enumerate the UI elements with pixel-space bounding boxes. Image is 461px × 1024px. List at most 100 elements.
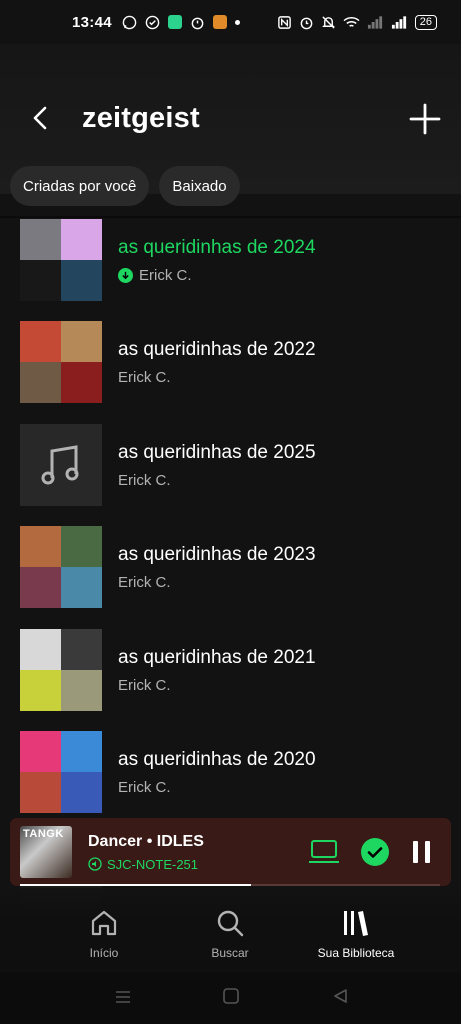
bottom-tab-bar: Início Buscar Sua Biblioteca bbox=[0, 888, 461, 972]
status-bar: 13:44 26 bbox=[0, 0, 461, 44]
device-picker-icon[interactable] bbox=[309, 839, 339, 865]
now-playing-title: Dancer • IDLES bbox=[88, 832, 204, 850]
playlist-owner: Erick C. bbox=[118, 779, 316, 796]
player-controls bbox=[309, 838, 441, 866]
playlist-name: as queridinhas de 2025 bbox=[118, 441, 316, 463]
notification-icons bbox=[122, 15, 240, 30]
dot-icon bbox=[234, 19, 240, 25]
cover-tile bbox=[20, 260, 61, 301]
saved-check-icon[interactable] bbox=[361, 838, 389, 866]
now-playing-cover: TANGK bbox=[20, 826, 72, 878]
check-circle-icon bbox=[145, 15, 160, 29]
cover-tile bbox=[61, 567, 102, 608]
filter-chips: Criadas por você Baixado bbox=[10, 166, 240, 206]
playlist-row[interactable]: as queridinhas de 2022 Erick C. bbox=[20, 320, 440, 404]
playback-progress[interactable] bbox=[20, 884, 440, 886]
whatsapp-icon bbox=[122, 15, 137, 29]
progress-fill bbox=[20, 884, 251, 886]
cover-tile bbox=[61, 362, 102, 403]
cover-text: TANGK bbox=[23, 828, 64, 840]
playlist-owner: Erick C. bbox=[118, 267, 316, 284]
wifi-icon bbox=[343, 16, 360, 27]
cover-tile bbox=[20, 321, 61, 362]
system-nav-bar bbox=[0, 972, 461, 1024]
playlist-name: as queridinhas de 2024 bbox=[118, 236, 316, 258]
now-playing-info: Dancer • IDLES SJC-NOTE-251 bbox=[88, 833, 204, 872]
cover-tile bbox=[20, 526, 61, 567]
back-arrow-icon[interactable] bbox=[26, 104, 54, 132]
search-icon bbox=[217, 910, 244, 937]
cover-tile bbox=[20, 772, 61, 813]
cover-tile bbox=[61, 670, 102, 711]
cover-tile bbox=[61, 321, 102, 362]
playlist-owner: Erick C. bbox=[118, 574, 316, 591]
device-name: SJC-NOTE-251 bbox=[107, 856, 199, 872]
playlist-owner: Erick C. bbox=[118, 677, 316, 694]
owner-name: Erick C. bbox=[139, 266, 192, 284]
cover-tile bbox=[20, 362, 61, 403]
mute-icon bbox=[321, 15, 335, 29]
cover-tile bbox=[61, 526, 102, 567]
owner-name: Erick C. bbox=[118, 573, 171, 591]
playlist-row[interactable]: as queridinhas de 2024 Erick C. bbox=[20, 218, 440, 302]
filter-downloaded[interactable]: Baixado bbox=[159, 166, 240, 206]
playlist-info: as queridinhas de 2020 Erick C. bbox=[118, 749, 316, 796]
playlist-info: as queridinhas de 2021 Erick C. bbox=[118, 647, 316, 694]
owner-name: Erick C. bbox=[118, 778, 171, 796]
downloaded-icon bbox=[118, 267, 133, 283]
recent-apps-icon[interactable] bbox=[114, 988, 132, 1006]
tab-library-label: Sua Biblioteca bbox=[317, 946, 395, 960]
playlist-name: as queridinhas de 2021 bbox=[118, 646, 316, 668]
filter-created-by-you[interactable]: Criadas por você bbox=[10, 166, 150, 206]
owner-name: Erick C. bbox=[118, 471, 171, 489]
playlist-cover bbox=[20, 321, 102, 403]
playlist-info: as queridinhas de 2024 Erick C. bbox=[118, 237, 316, 284]
signal-icon-2 bbox=[391, 16, 406, 29]
playlist-info: as queridinhas de 2022 Erick C. bbox=[118, 339, 316, 386]
playlist-info: as queridinhas de 2023 Erick C. bbox=[118, 544, 316, 591]
add-icon[interactable] bbox=[408, 102, 442, 136]
app-green-icon bbox=[167, 15, 182, 29]
playlist-row[interactable]: as queridinhas de 2023 Erick C. bbox=[20, 525, 440, 609]
playlist-row[interactable]: as queridinhas de 2021 Erick C. bbox=[20, 628, 440, 712]
speaker-icon bbox=[88, 857, 102, 871]
playlist-name: as queridinhas de 2020 bbox=[118, 748, 316, 770]
playlist-cover bbox=[20, 526, 102, 608]
app-orange-icon bbox=[212, 15, 227, 29]
playlist-name: as queridinhas de 2022 bbox=[118, 338, 316, 360]
playlist-owner: Erick C. bbox=[118, 472, 316, 489]
cover-tile bbox=[20, 219, 61, 260]
back-nav-icon[interactable] bbox=[332, 987, 350, 1005]
timer-icon bbox=[191, 17, 204, 29]
home-icon bbox=[91, 910, 117, 936]
battery-icon: 26 bbox=[414, 14, 437, 30]
signal-icon bbox=[367, 16, 382, 29]
tab-home-label: Início bbox=[89, 946, 119, 960]
library-icon bbox=[344, 911, 368, 936]
playlist-cover bbox=[20, 424, 102, 506]
system-icons: 26 bbox=[277, 14, 437, 30]
tab-library[interactable]: Sua Biblioteca bbox=[296, 908, 416, 960]
tab-search[interactable]: Buscar bbox=[170, 908, 290, 960]
tab-home[interactable]: Início bbox=[44, 908, 164, 960]
playlist-info: as queridinhas de 2025 Erick C. bbox=[118, 442, 316, 489]
alarm-icon bbox=[300, 17, 313, 29]
mini-player[interactable]: TANGK Dancer • IDLES SJC-NOTE-251 bbox=[10, 818, 451, 886]
tab-search-label: Buscar bbox=[211, 946, 249, 960]
playlist-cover bbox=[20, 219, 102, 301]
cover-tile bbox=[20, 629, 61, 670]
music-note-icon bbox=[41, 445, 79, 485]
device-indicator: SJC-NOTE-251 bbox=[88, 857, 204, 872]
playlist-row[interactable]: as queridinhas de 2020 Erick C. bbox=[20, 730, 440, 814]
cover-tile bbox=[20, 670, 61, 711]
pause-icon[interactable] bbox=[411, 840, 433, 864]
playlist-owner: Erick C. bbox=[118, 369, 316, 386]
cover-tile bbox=[20, 731, 61, 772]
playlist-row[interactable]: as queridinhas de 2025 Erick C. bbox=[20, 423, 440, 507]
home-nav-icon[interactable] bbox=[222, 987, 240, 1005]
playlist-cover bbox=[20, 731, 102, 813]
cover-tile bbox=[61, 219, 102, 260]
cover-tile bbox=[20, 567, 61, 608]
nfc-icon bbox=[277, 15, 291, 29]
playlist-name: as queridinhas de 2023 bbox=[118, 543, 316, 565]
